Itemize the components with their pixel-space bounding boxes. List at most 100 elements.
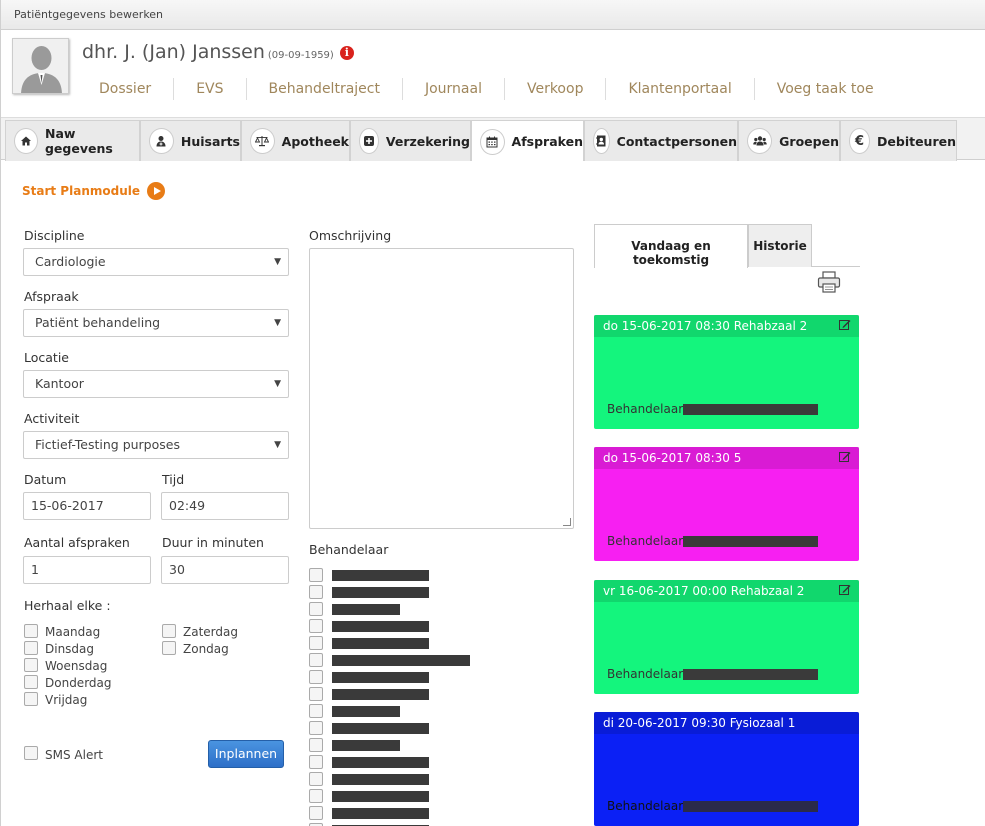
behandelaar-checkbox[interactable] [309, 687, 323, 701]
behandelaar-checkbox[interactable] [309, 636, 323, 650]
patient-name: dhr. J. (Jan) Janssen (09-09-1959) i [82, 41, 354, 63]
aantal-afspraken-label: Aantal afspraken [24, 535, 130, 550]
appointment-card[interactable]: do 15-06-2017 08:30 5 Behandelaar: [594, 447, 859, 561]
behandelaar-checkbox[interactable] [309, 568, 323, 582]
behandelaar-checkbox[interactable] [309, 772, 323, 786]
patient-name-text: dhr. J. (Jan) Janssen [82, 41, 265, 63]
behandelaar-caption: Behandelaar: [607, 799, 687, 813]
checkbox-sms-alert[interactable] [24, 746, 38, 760]
checkbox-zaterdag[interactable] [162, 624, 176, 638]
nav-klantenportaal[interactable]: Klantenportaal [606, 78, 755, 100]
edit-icon[interactable] [839, 584, 851, 595]
checkbox-donderdag[interactable] [24, 675, 38, 689]
redacted-name [683, 669, 818, 680]
behandelaar-checkbox[interactable] [309, 738, 323, 752]
redacted-name [683, 801, 818, 812]
tab-debiteuren[interactable]: € Debiteuren [840, 120, 957, 161]
behandelaar-checkbox[interactable] [309, 619, 323, 633]
redacted-name [332, 570, 429, 581]
tab-groepen[interactable]: Groepen [738, 120, 840, 161]
nav-evs[interactable]: EVS [174, 78, 247, 100]
behandelaar-checkbox[interactable] [309, 721, 323, 735]
redacted-name [332, 740, 400, 751]
tab-verzekering[interactable]: Verzekering [350, 120, 471, 161]
tab-label: Groepen [779, 133, 839, 149]
behandelaar-caption: Behandelaar: [607, 534, 687, 548]
nav-behandeltraject[interactable]: Behandeltraject [247, 78, 403, 100]
tab-contactpersonen[interactable]: Contactpersonen [584, 120, 738, 161]
redacted-name [332, 621, 429, 632]
appointments-panel: Start Planmodule Discipline Cardiologie … [1, 161, 985, 826]
duur-input[interactable]: 30 [161, 556, 289, 584]
behandelaar-checkbox[interactable] [309, 704, 323, 718]
behandelaar-label: Behandelaar [309, 542, 389, 557]
nav-dossier[interactable]: Dossier [81, 78, 175, 100]
discipline-select[interactable]: Cardiologie [23, 248, 289, 276]
tab-afspraken[interactable]: Afspraken [471, 120, 584, 162]
tab-apotheek[interactable]: Apotheek [241, 120, 350, 161]
resize-handle[interactable] [563, 518, 571, 526]
discipline-label: Discipline [24, 228, 85, 243]
redacted-name [332, 672, 429, 683]
tab-label: Apotheek [281, 133, 349, 149]
omschrijving-textarea[interactable] [309, 248, 574, 529]
checkbox-dinsdag[interactable] [24, 641, 38, 655]
activiteit-select[interactable]: Fictief-Testing purposes [23, 431, 289, 459]
redacted-name [683, 404, 818, 415]
appointment-title: vr 16-06-2017 00:00 Rehabzaal 2 [603, 584, 805, 598]
aantal-afspraken-input[interactable]: 1 [23, 556, 151, 584]
checkbox-zondag[interactable] [162, 641, 176, 655]
edit-icon[interactable] [839, 319, 851, 330]
tab-historie[interactable]: Historie [748, 224, 812, 267]
locatie-select[interactable]: Kantoor [23, 370, 289, 398]
tijd-input[interactable]: 02:49 [161, 492, 289, 520]
appointment-card-header: di 20-06-2017 09:30 Fysiozaal 1 [594, 712, 859, 734]
tab-label: Debiteuren [877, 133, 956, 149]
top-navigation: Dossier EVS Behandeltraject Journaal Ver… [81, 78, 896, 100]
appointment-card[interactable]: vr 16-06-2017 00:00 Rehabzaal 2 Behandel… [594, 580, 859, 694]
duur-label: Duur in minuten [162, 535, 264, 550]
appointment-title: do 15-06-2017 08:30 5 [603, 451, 742, 465]
patient-dob: (09-09-1959) [267, 50, 334, 61]
edit-icon[interactable] [839, 451, 851, 462]
behandelaar-checkbox[interactable] [309, 585, 323, 599]
inplannen-button[interactable]: Inplannen [208, 740, 284, 768]
redacted-name [332, 655, 470, 666]
behandelaar-checkbox[interactable] [309, 806, 323, 820]
checkbox-maandag[interactable] [24, 624, 38, 638]
tab-vandaag-toekomstig[interactable]: Vandaag en toekomstig [594, 224, 748, 268]
checkbox-vrijdag[interactable] [24, 692, 38, 706]
behandelaar-checkbox[interactable] [309, 602, 323, 616]
behandelaar-checkbox[interactable] [309, 653, 323, 667]
info-icon[interactable]: i [339, 46, 354, 60]
appointment-title: do 15-06-2017 08:30 Rehabzaal 2 [603, 319, 808, 333]
afspraak-select[interactable]: Patiënt behandeling [23, 309, 289, 337]
behandelaar-checkbox[interactable] [309, 789, 323, 803]
play-icon[interactable] [147, 182, 165, 200]
address-book-icon [593, 128, 610, 154]
herhaal-label: Herhaal elke : [24, 598, 111, 613]
omschrijving-label: Omschrijving [309, 228, 392, 243]
datum-input[interactable]: 15-06-2017 [23, 492, 151, 520]
redacted-name [332, 604, 400, 615]
appointment-card[interactable]: do 15-06-2017 08:30 Rehabzaal 2 Behandel… [594, 315, 859, 429]
group-icon [747, 128, 773, 154]
day-label: Dinsdag [45, 642, 95, 656]
behandelaar-checkbox[interactable] [309, 670, 323, 684]
sms-alert-label: SMS Alert [45, 748, 103, 762]
checkbox-woensdag[interactable] [24, 658, 38, 672]
nav-voeg-taak-toe[interactable]: Voeg taak toe [755, 78, 896, 100]
appointment-history-tabs: Vandaag en toekomstig Historie [594, 224, 860, 268]
redacted-name [332, 808, 429, 819]
start-planmodule-link[interactable]: Start Planmodule [22, 182, 165, 200]
tab-huisarts[interactable]: Huisarts [140, 120, 241, 161]
nav-verkoop[interactable]: Verkoop [505, 78, 607, 100]
tab-naw-gegevens[interactable]: Naw gegevens [5, 120, 140, 161]
datum-label: Datum [24, 472, 67, 487]
appointment-card-header: do 15-06-2017 08:30 5 [594, 447, 859, 469]
behandelaar-checkbox[interactable] [309, 755, 323, 769]
redacted-name [332, 587, 429, 598]
printer-icon[interactable] [817, 271, 841, 293]
nav-journaal[interactable]: Journaal [403, 78, 505, 100]
appointment-card[interactable]: di 20-06-2017 09:30 Fysiozaal 1 Behandel… [594, 712, 859, 826]
